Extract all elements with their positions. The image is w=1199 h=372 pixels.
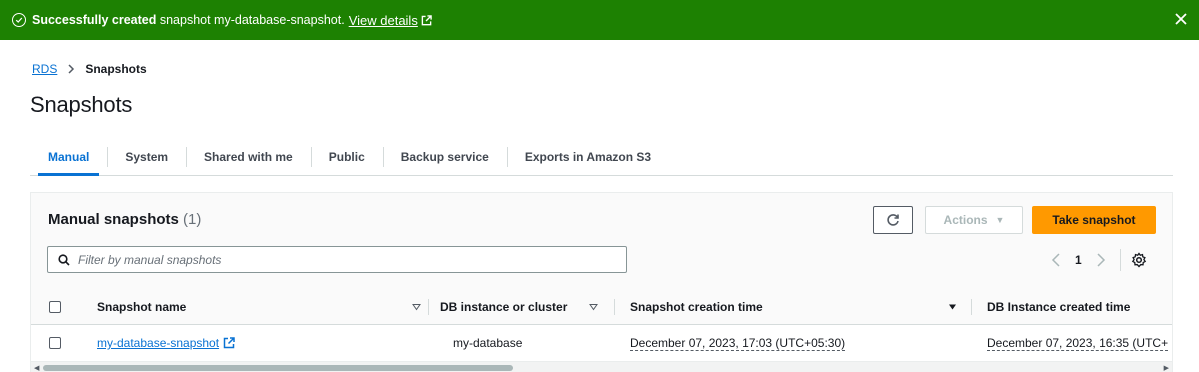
pagination: 1	[1051, 249, 1147, 271]
instance-created-time-cell: December 07, 2023, 16:35 (UTC+	[987, 325, 1172, 361]
breadcrumb-rds-link[interactable]: RDS	[32, 62, 57, 76]
snapshot-name-cell: my-database-snapshot	[97, 325, 417, 361]
panel-title: Manual snapshots (1)	[48, 211, 202, 228]
sort-caret-icon[interactable]	[412, 303, 421, 311]
breadcrumb: RDS Snapshots	[32, 62, 147, 76]
column-header-snapshot-name[interactable]: Snapshot name	[97, 289, 397, 325]
chevron-left-icon[interactable]	[1051, 252, 1061, 268]
filter-input[interactable]	[78, 252, 618, 267]
chevron-right-icon	[68, 64, 75, 74]
actions-label: Actions	[943, 213, 988, 227]
snapshot-tabs: Manual System Shared with me Public Back…	[30, 138, 1173, 176]
select-all-cell	[49, 289, 61, 325]
success-flash-banner: Successfully created snapshot my-databas…	[0, 0, 1199, 40]
creation-time-cell: December 07, 2023, 17:03 (UTC+05:30)	[630, 325, 960, 361]
refresh-button[interactable]	[873, 206, 913, 234]
row-checkbox[interactable]	[49, 337, 61, 349]
scroll-left-icon[interactable]: ◀	[34, 364, 39, 372]
column-divider	[428, 299, 429, 315]
flash-message: Successfully created snapshot my-databas…	[32, 13, 345, 27]
column-header-db-instance[interactable]: DB instance or cluster	[440, 289, 590, 325]
sort-caret-icon[interactable]	[589, 303, 598, 311]
horizontal-scrollbar[interactable]: ◀ ▶	[31, 361, 1172, 372]
tab-public[interactable]: Public	[310, 138, 383, 175]
tab-system[interactable]: System	[107, 138, 186, 175]
external-link-icon[interactable]	[223, 337, 235, 349]
tab-backup-service[interactable]: Backup service	[382, 138, 507, 175]
scroll-thumb[interactable]	[43, 365, 513, 371]
creation-time-value[interactable]: December 07, 2023, 17:03 (UTC+05:30)	[630, 336, 846, 351]
table-header: Snapshot name DB instance or cluster Sna…	[31, 289, 1172, 325]
pager-divider	[1119, 249, 1121, 271]
breadcrumb-current: Snapshots	[85, 62, 147, 76]
tab-manual[interactable]: Manual	[30, 138, 107, 176]
column-header-instance-created-time[interactable]: DB Instance created time	[987, 289, 1172, 325]
scroll-right-icon[interactable]: ▶	[1164, 364, 1169, 372]
manual-snapshots-panel: Manual snapshots (1) Actions ▼ Take snaps…	[30, 192, 1173, 372]
chevron-right-icon[interactable]	[1096, 252, 1106, 268]
tab-shared-with-me[interactable]: Shared with me	[186, 138, 311, 175]
take-snapshot-button[interactable]: Take snapshot	[1032, 206, 1156, 234]
column-header-creation-time[interactable]: Snapshot creation time	[630, 289, 930, 325]
page-title: Snapshots	[30, 92, 133, 117]
column-divider	[971, 299, 972, 315]
success-check-icon	[12, 13, 26, 27]
table-row[interactable]: my-database-snapshot my-database Decembe…	[31, 325, 1172, 361]
row-select-cell	[49, 325, 61, 361]
external-link-icon	[421, 14, 432, 25]
close-icon[interactable]	[1173, 11, 1189, 27]
page-number[interactable]: 1	[1075, 253, 1082, 267]
db-instance-cell: my-database	[453, 336, 523, 350]
snapshot-name-link[interactable]: my-database-snapshot	[97, 336, 219, 350]
filter-box	[47, 246, 627, 273]
view-details-link[interactable]: View details	[349, 13, 432, 28]
snapshot-count: (1)	[183, 211, 202, 228]
gear-icon[interactable]	[1131, 252, 1147, 268]
search-icon	[58, 253, 70, 266]
column-divider	[614, 299, 615, 315]
actions-button[interactable]: Actions ▼	[925, 206, 1023, 234]
select-all-checkbox[interactable]	[49, 301, 61, 313]
instance-created-time-value[interactable]: December 07, 2023, 16:35 (UTC+	[987, 336, 1169, 351]
refresh-icon	[887, 214, 899, 226]
tab-exports-s3[interactable]: Exports in Amazon S3	[506, 138, 669, 175]
caret-down-icon: ▼	[995, 215, 1005, 225]
sort-caret-icon[interactable]	[948, 303, 957, 311]
